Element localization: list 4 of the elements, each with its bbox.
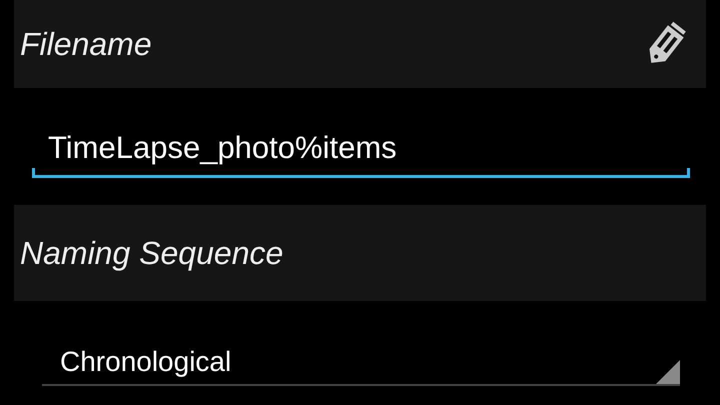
- filename-field[interactable]: TimeLapse_photo%items: [32, 108, 690, 178]
- section-title: Filename: [20, 26, 152, 62]
- naming-dropdown[interactable]: Chronological: [42, 316, 680, 386]
- section-title: Naming Sequence: [20, 234, 284, 272]
